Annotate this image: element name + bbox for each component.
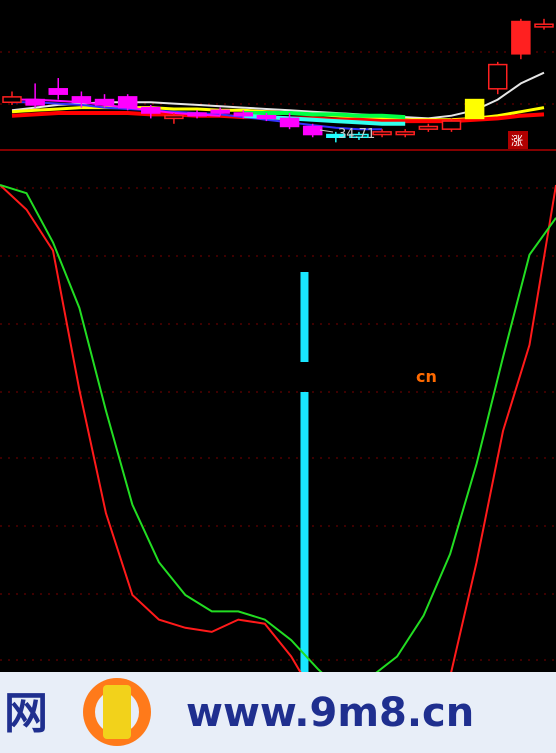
- candle-body: [511, 20, 531, 55]
- candle-body: [279, 117, 300, 128]
- chart-canvas: 34.71 涨 cn 网 www.9m8.cn: [0, 0, 556, 753]
- signal-bar-lower: [300, 392, 309, 672]
- candle-body: [256, 114, 277, 120]
- watermark-left-char: 网: [4, 688, 48, 739]
- candle: [302, 123, 323, 138]
- candle-body: [210, 109, 230, 114]
- candle-body: [395, 131, 415, 136]
- signal-bar: [300, 272, 309, 672]
- candle-body: [534, 23, 554, 28]
- candle: [511, 18, 531, 60]
- candle: [441, 118, 462, 132]
- candle-body: [441, 120, 462, 130]
- candle-body: [25, 98, 45, 106]
- limit-up-badge: 涨: [508, 131, 528, 149]
- candle-body: [418, 125, 439, 130]
- candle: [487, 61, 508, 95]
- candle-body: [71, 96, 92, 104]
- candle-body: [2, 96, 22, 104]
- candle-body: [372, 131, 392, 136]
- faded-watermark-text: cn: [416, 367, 437, 386]
- candle-body: [164, 114, 184, 120]
- signal-bar-upper: [300, 272, 309, 362]
- watermark-banner: 网 www.9m8.cn: [0, 672, 556, 753]
- candle: [464, 98, 485, 120]
- candle-body: [487, 63, 508, 90]
- candle-body: [464, 98, 485, 120]
- candle-body: [233, 112, 254, 117]
- candle-body: [94, 98, 115, 106]
- watermark-logo-icon: [83, 678, 151, 746]
- limit-up-badge-text: 涨: [511, 133, 523, 148]
- candle-body: [302, 125, 323, 136]
- watermark-site-text: www.9m8.cn: [186, 690, 474, 736]
- candle-body: [117, 96, 138, 109]
- low-marker-label: 34.71: [338, 127, 375, 142]
- candle-body: [141, 106, 161, 114]
- candle-body: [48, 88, 69, 95]
- candle: [117, 94, 138, 111]
- candle-body: [187, 112, 207, 117]
